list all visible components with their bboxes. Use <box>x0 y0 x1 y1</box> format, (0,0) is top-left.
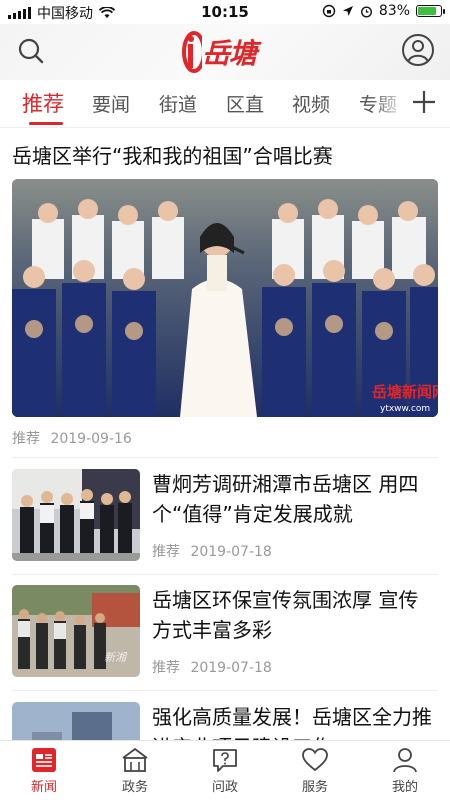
tab-fade <box>370 80 410 126</box>
news-title[interactable]: 岳塘区环保宣传氛围浓厚 宣传方式丰富多彩 <box>152 585 438 645</box>
nav-news[interactable]: 新闻 <box>9 747 79 795</box>
meeting-photo <box>12 469 140 561</box>
news-thumbnail[interactable]: 新湘 <box>12 585 140 677</box>
featured-tag: 推荐 <box>12 431 40 447</box>
plus-icon[interactable] <box>410 88 438 116</box>
rotation-lock-icon <box>322 4 336 18</box>
divider <box>12 690 438 691</box>
nav-profile[interactable]: 我的 <box>370 747 440 795</box>
divider <box>12 457 438 458</box>
app-header: 岳塘 <box>0 24 450 80</box>
featured-meta: 推荐 2019-09-16 <box>12 428 132 448</box>
news-tag: 推荐 <box>152 660 180 676</box>
news-item[interactable]: 曹炯芳调研湘潭市岳塘区 用四个“值得”肯定发展成就 推荐 2019-07-18 <box>12 469 438 563</box>
battery-icon <box>416 5 445 17</box>
nav-services[interactable]: 服务 <box>280 747 350 795</box>
svg-text:新湘: 新湘 <box>104 651 128 664</box>
tab-video[interactable]: 视频 <box>292 90 330 117</box>
news-item[interactable]: 新湘 岳塘区环保宣传氛围浓厚 宣传方式丰富多彩 推荐 2019-07-18 <box>12 585 438 679</box>
user-circle-icon[interactable] <box>400 32 436 68</box>
news-date: 2019-07-18 <box>190 544 272 560</box>
logo-text: 岳塘 <box>202 37 257 70</box>
heart-icon <box>302 748 328 772</box>
channel-tabs: 推荐 要闻 街道 区直 视频 专题 <box>0 80 450 128</box>
active-tab-indicator <box>29 122 63 125</box>
choir-photo: 岳塘新闻网 ytxww.com <box>12 179 438 417</box>
status-right: 83% <box>322 3 445 19</box>
nav-label: 我的 <box>391 780 418 795</box>
featured-image[interactable]: 岳塘新闻网 ytxww.com <box>12 179 438 417</box>
nav-label: 政务 <box>121 780 148 795</box>
nav-label: 新闻 <box>30 780 57 795</box>
nav-inquiry[interactable]: 问政 <box>190 747 260 795</box>
nav-government[interactable]: 政务 <box>100 747 170 795</box>
news-meta: 推荐 2019-07-18 <box>152 541 272 561</box>
nav-label: 问政 <box>211 780 238 795</box>
divider <box>12 574 438 575</box>
news-thumbnail[interactable] <box>12 469 140 561</box>
featured-title[interactable]: 岳塘区举行“我和我的祖国”合唱比赛 <box>12 140 333 169</box>
outdoor-event-photo: 新湘 <box>12 585 140 677</box>
alarm-icon <box>360 5 372 18</box>
tab-recommend[interactable]: 推荐 <box>22 88 64 118</box>
news-tag: 推荐 <box>152 544 180 560</box>
news-meta: 推荐 2019-07-18 <box>152 657 272 677</box>
tab-headlines[interactable]: 要闻 <box>92 90 130 117</box>
app-logo: 岳塘 <box>180 28 270 76</box>
government-icon <box>122 747 148 772</box>
tab-district[interactable]: 区直 <box>226 90 264 117</box>
nav-label: 服务 <box>301 780 328 795</box>
news-date: 2019-07-18 <box>190 660 272 676</box>
person-icon <box>393 748 417 773</box>
news-title[interactable]: 曹炯芳调研湘潭市岳塘区 用四个“值得”肯定发展成就 <box>152 469 438 529</box>
location-icon <box>342 6 353 16</box>
battery-percent: 83% <box>378 3 410 19</box>
status-bar: 中国移动 10:15 83% <box>0 0 450 24</box>
logo-mark-icon <box>182 31 202 73</box>
question-chat-icon <box>213 749 237 772</box>
featured-date: 2019-09-16 <box>50 431 132 447</box>
photo-watermark-url: ytxww.com <box>380 404 430 414</box>
search-icon[interactable] <box>14 34 48 68</box>
photo-watermark: 岳塘新闻网 <box>372 383 438 401</box>
news-icon <box>32 748 56 772</box>
tab-streets[interactable]: 街道 <box>159 90 197 117</box>
bottom-nav: 新闻 政务 问政 服务 我的 <box>0 740 450 800</box>
